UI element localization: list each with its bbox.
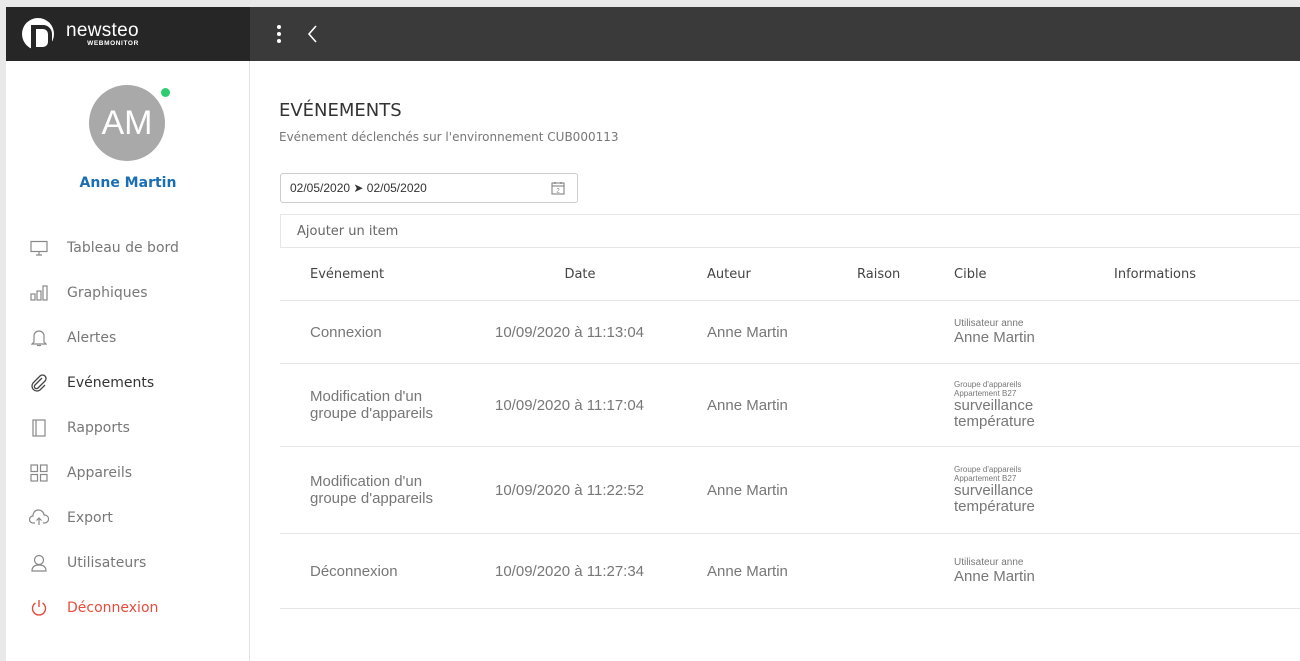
brand-subtitle: WEBMONITOR — [87, 39, 139, 47]
paperclip-icon — [28, 373, 50, 393]
cell-author: Anne Martin — [707, 396, 788, 414]
monitor-icon — [28, 238, 50, 258]
cell-date: 10/09/2020 à 11:27:34 — [495, 562, 645, 580]
avatar[interactable]: AM — [89, 85, 165, 161]
sidebar-item-label: Utilisateurs — [67, 554, 147, 571]
table-header: Evénement Date Auteur Raison Cible Infor… — [280, 249, 1300, 301]
brand[interactable]: newsteo WEBMONITOR — [6, 7, 250, 61]
cell-author: Anne Martin — [707, 481, 788, 499]
grid-icon — [28, 463, 50, 483]
column-header-date[interactable]: Date — [480, 267, 680, 282]
cell-target: Groupe d'appareils Appartement B27 surve… — [954, 380, 1035, 430]
date-range-picker[interactable]: 02/05/2020 ➤ 02/05/2020 2 — [280, 173, 578, 203]
cell-date: 10/09/2020 à 11:13:04 — [495, 323, 645, 341]
column-header-raison[interactable]: Raison — [830, 267, 920, 282]
table-row[interactable]: Déconnexion 10/09/2020 à 11:27:34 Anne M… — [280, 534, 1300, 609]
cell-target: Utilisateur anne Anne Martin — [954, 318, 1035, 346]
cell-target: Utilisateur anne Anne Martin — [954, 557, 1035, 585]
events-table: Evénement Date Auteur Raison Cible Infor… — [280, 249, 1300, 609]
sidebar-item-label: Export — [67, 509, 113, 526]
power-icon — [28, 598, 50, 618]
bell-icon — [28, 328, 50, 348]
date-range-value: 02/05/2020 ➤ 02/05/2020 — [290, 181, 427, 195]
bar-chart-icon — [28, 283, 50, 303]
cell-date: 10/09/2020 à 11:17:04 — [495, 396, 645, 414]
sidebar-item-rapports[interactable]: Rapports — [6, 405, 250, 450]
sidebar-item-export[interactable]: Export — [6, 495, 250, 540]
table-row[interactable]: Modification d'un groupe d'appareils 10/… — [280, 364, 1300, 447]
user-icon — [28, 553, 50, 573]
cell-event: Déconnexion — [310, 562, 398, 580]
sidebar-item-tableau-de-bord[interactable]: Tableau de bord — [6, 225, 250, 270]
page-title: EVÉNEMENTS — [279, 100, 402, 121]
sidebar-item-label: Evénements — [67, 374, 155, 391]
calendar-icon: 2 — [551, 182, 565, 195]
sidebar-item-utilisateurs[interactable]: Utilisateurs — [6, 540, 250, 585]
cell-author: Anne Martin — [707, 323, 788, 341]
document-icon — [28, 418, 50, 438]
cell-event: Modification d'un groupe d'appareils — [310, 473, 433, 507]
sidebar: AM Anne Martin Tableau de bord Graphique… — [6, 61, 250, 661]
cell-target: Groupe d'appareils Appartement B27 surve… — [954, 465, 1035, 515]
sidebar-item-label: Graphiques — [67, 284, 148, 301]
page-subtitle: Evénement déclenchés sur l'environnement… — [279, 130, 619, 144]
cell-event: Connexion — [310, 323, 382, 341]
table-row[interactable]: Connexion 10/09/2020 à 11:13:04 Anne Mar… — [280, 301, 1300, 364]
sidebar-item-evenements[interactable]: Evénements — [6, 360, 250, 405]
sidebar-item-alertes[interactable]: Alertes — [6, 315, 250, 360]
column-header-cible[interactable]: Cible — [920, 267, 1090, 282]
app-window: newsteo WEBMONITOR AM Anne Martin Tablea… — [6, 7, 1300, 661]
sidebar-item-label: Appareils — [67, 464, 133, 481]
sidebar-item-label: Tableau de bord — [67, 239, 179, 256]
table-row[interactable]: Modification d'un groupe d'appareils 10/… — [280, 447, 1300, 534]
sidebar-item-label: Déconnexion — [67, 599, 159, 616]
cloud-upload-icon — [28, 508, 50, 528]
sidebar-item-deconnexion[interactable]: Déconnexion — [6, 585, 250, 630]
cell-date: 10/09/2020 à 11:22:52 — [495, 481, 645, 499]
chevron-left-icon[interactable] — [304, 22, 322, 46]
newsteo-logo-icon — [22, 18, 54, 51]
add-item-input[interactable]: Ajouter un item — [280, 214, 1300, 248]
online-status-dot — [161, 88, 170, 97]
top-bar: newsteo WEBMONITOR — [6, 7, 1300, 61]
sidebar-item-label: Alertes — [67, 329, 117, 346]
sidebar-item-appareils[interactable]: Appareils — [6, 450, 250, 495]
column-header-auteur[interactable]: Auteur — [680, 267, 830, 282]
brand-name: newsteo — [66, 19, 139, 41]
sidebar-item-graphiques[interactable]: Graphiques — [6, 270, 250, 315]
sidebar-nav: Tableau de bord Graphiques Alertes Evéne… — [6, 225, 250, 630]
column-header-evenement[interactable]: Evénement — [280, 267, 480, 282]
cell-author: Anne Martin — [707, 562, 788, 580]
cell-event: Modification d'un groupe d'appareils — [310, 388, 433, 422]
column-header-informations[interactable]: Informations — [1090, 267, 1300, 282]
main-content: EVÉNEMENTS Evénement déclenchés sur l'en… — [250, 61, 1300, 661]
more-menu-icon[interactable] — [272, 22, 286, 46]
user-name[interactable]: Anne Martin — [6, 175, 250, 191]
sidebar-item-label: Rapports — [67, 419, 130, 436]
